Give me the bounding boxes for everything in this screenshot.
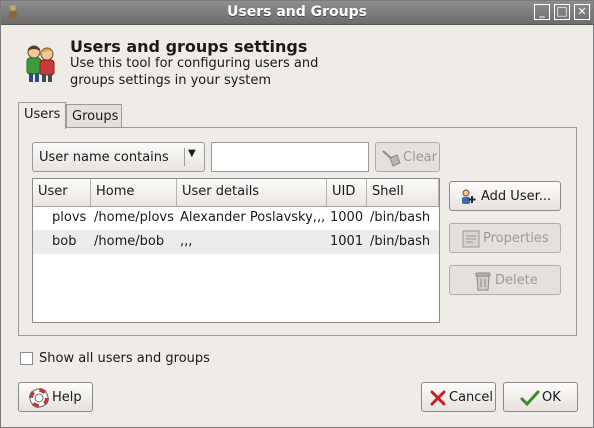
add-user-button[interactable]: Add User... (449, 181, 561, 211)
cell-uid: 1000 (330, 210, 364, 225)
column-header-user-details[interactable]: User details (177, 179, 327, 206)
search-input[interactable] (211, 142, 369, 172)
delete-label: Delete (495, 273, 538, 288)
tab-users[interactable]: Users (18, 102, 66, 129)
cancel-button[interactable]: Cancel (421, 382, 496, 412)
minimize-button[interactable]: _ (534, 4, 550, 20)
properties-icon (462, 230, 480, 248)
cancel-x-icon (430, 390, 446, 406)
properties-label: Properties (483, 231, 549, 246)
ok-button[interactable]: OK (503, 382, 578, 412)
cell-home: /home/bob (94, 234, 165, 249)
filter-dropdown[interactable]: User name contains ▼ (32, 142, 205, 172)
users-icon (26, 45, 55, 82)
title-bar[interactable]: Users and Groups _ □ ✕ (1, 1, 593, 25)
page-description-line-1: Use this tool for configuring users and (70, 56, 319, 71)
column-header-home[interactable]: Home (91, 179, 177, 206)
page-description: Use this tool for configuring users and … (70, 55, 330, 89)
cell-home: /home/plovs (94, 210, 174, 225)
add-user-label: Add User... (481, 189, 552, 204)
table-header: User Home User details UID Shell (33, 179, 439, 207)
properties-button[interactable]: Properties (449, 223, 561, 253)
chevron-down-icon: ▼ (188, 148, 196, 159)
trash-icon (475, 272, 491, 291)
users-and-groups-window: Users and Groups _ □ ✕ Users and groups … (0, 0, 594, 428)
cell-shell: /bin/bash (370, 234, 431, 249)
cell-uid: 1001 (330, 234, 364, 249)
column-header-shell[interactable]: Shell (367, 179, 439, 206)
column-header-user[interactable]: User (33, 179, 91, 206)
cell-user: plovs (52, 210, 87, 225)
cell-details: ,,, (180, 234, 193, 249)
table-row[interactable]: plovs /home/plovs Alexander Poslavsky,,,… (33, 206, 439, 230)
dropdown-separator (184, 148, 185, 166)
add-user-icon (462, 189, 476, 204)
ok-label: OK (542, 390, 561, 405)
cell-details: Alexander Poslavsky,,, (180, 210, 326, 225)
broom-icon (382, 150, 401, 167)
help-lifebuoy-icon (29, 388, 49, 408)
show-all-checkbox[interactable] (20, 352, 33, 365)
filter-dropdown-value: User name contains (39, 150, 169, 165)
users-table[interactable]: User Home User details UID Shell plovs /… (32, 178, 440, 323)
delete-button[interactable]: Delete (449, 265, 561, 295)
column-header-uid[interactable]: UID (327, 179, 367, 206)
tab-groups[interactable]: Groups (66, 104, 122, 128)
show-all-label[interactable]: Show all users and groups (39, 351, 210, 366)
cancel-label: Cancel (449, 390, 494, 405)
cell-user: bob (52, 234, 77, 249)
close-button[interactable]: ✕ (574, 4, 590, 20)
cell-shell: /bin/bash (370, 210, 431, 225)
clear-button[interactable]: Clear (375, 142, 440, 172)
ok-check-icon (520, 390, 540, 407)
page-title: Users and groups settings (70, 37, 308, 56)
help-button[interactable]: Help (18, 382, 93, 412)
help-label: Help (52, 390, 82, 405)
page-description-line-2: groups settings in your system (70, 73, 271, 88)
maximize-button[interactable]: □ (554, 4, 570, 20)
clear-button-label: Clear (403, 150, 437, 165)
window-title: Users and Groups (227, 4, 367, 20)
table-row[interactable]: bob /home/bob ,,, 1001 /bin/bash (33, 230, 439, 254)
